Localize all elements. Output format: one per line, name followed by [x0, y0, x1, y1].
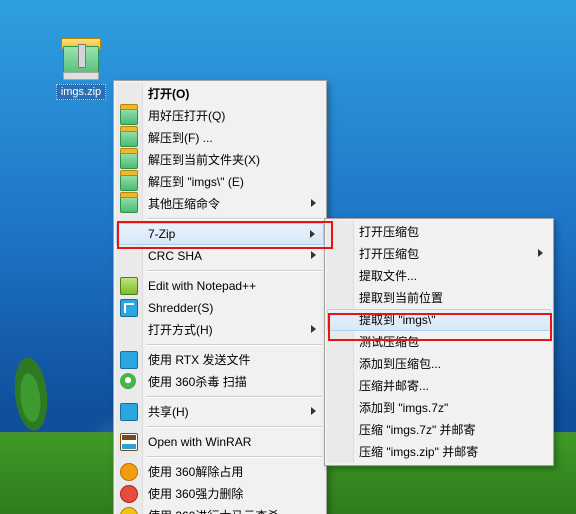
- chevron-right-icon: [311, 251, 316, 259]
- mi-7z-compress-mail[interactable]: 压缩并邮寄...: [327, 375, 551, 397]
- mi-7z-7z-mail[interactable]: 压缩 "imgs.7z" 并邮寄: [327, 419, 551, 441]
- separator: [146, 218, 322, 220]
- mi-label: 压缩 "imgs.zip" 并邮寄: [359, 445, 478, 459]
- file-label: imgs.zip: [56, 84, 106, 100]
- mi-7z-extract-imgs[interactable]: 提取到 "imgs\": [327, 309, 551, 331]
- 360-icon: [120, 463, 138, 481]
- mi-label: 解压到(F) ...: [148, 131, 213, 145]
- mi-7z-add[interactable]: 添加到压缩包...: [327, 353, 551, 375]
- mi-crc-sha[interactable]: CRC SHA: [116, 245, 324, 267]
- file-imgs-zip[interactable]: imgs.zip: [50, 36, 112, 100]
- zip-icon: [120, 129, 138, 147]
- zip-icon: [120, 107, 138, 125]
- mi-label: 提取到当前位置: [359, 291, 443, 305]
- mi-label: 打开压缩包: [359, 247, 419, 261]
- chevron-right-icon: [310, 230, 315, 238]
- 360-icon: [120, 507, 138, 514]
- rtx-icon: [120, 351, 138, 369]
- mi-label: Edit with Notepad++: [148, 279, 256, 293]
- 360-icon: [120, 485, 138, 503]
- desktop: imgs.zip 打开(O) 用好压打开(Q) 解压到(F) ... 解压到当前…: [0, 0, 576, 514]
- mi-label: 提取到 "imgs\": [359, 313, 436, 327]
- mi-7zip[interactable]: 7-Zip: [116, 223, 324, 245]
- mi-label: 使用 360解除占用: [148, 465, 243, 479]
- mi-shredder[interactable]: Shredder(S): [116, 297, 324, 319]
- mi-extract-imgs[interactable]: 解压到 "imgs\" (E): [116, 171, 324, 193]
- mi-extract-to[interactable]: 解压到(F) ...: [116, 127, 324, 149]
- mi-360-cloud-scan[interactable]: 使用 360进行木马云查杀: [116, 505, 324, 514]
- mi-7z-add-7z[interactable]: 添加到 "imgs.7z": [327, 397, 551, 419]
- notepadpp-icon: [120, 277, 138, 295]
- mi-360-scan[interactable]: 使用 360杀毒 扫描: [116, 371, 324, 393]
- mi-7z-open2[interactable]: 打开压缩包: [327, 243, 551, 265]
- mi-label: 添加到压缩包...: [359, 357, 441, 371]
- mi-rtx-send[interactable]: 使用 RTX 发送文件: [116, 349, 324, 371]
- zip-icon: [120, 151, 138, 169]
- mi-label: 共享(H): [148, 405, 189, 419]
- separator: [146, 456, 322, 458]
- chevron-right-icon: [311, 407, 316, 415]
- mi-open-winrar[interactable]: Open with WinRAR: [116, 431, 324, 453]
- zip-icon: [120, 195, 138, 213]
- plant: [3, 352, 61, 456]
- mi-label: 测试压缩包: [359, 335, 419, 349]
- mi-7z-extract-here[interactable]: 提取到当前位置: [327, 287, 551, 309]
- separator: [146, 426, 322, 428]
- mi-label: Shredder(S): [148, 301, 213, 315]
- shield-icon: [120, 373, 136, 389]
- mi-label: 使用 RTX 发送文件: [148, 353, 250, 367]
- mi-open-label: 打开(O): [148, 87, 189, 101]
- mi-label: 7-Zip: [148, 227, 175, 241]
- mi-7z-extract-files[interactable]: 提取文件...: [327, 265, 551, 287]
- context-menu: 打开(O) 用好压打开(Q) 解压到(F) ... 解压到当前文件夹(X) 解压…: [113, 80, 327, 514]
- mi-other-zip[interactable]: 其他压缩命令: [116, 193, 324, 215]
- mi-label: 使用 360杀毒 扫描: [148, 375, 247, 389]
- mi-label: 用好压打开(Q): [148, 109, 225, 123]
- mi-label: 打开压缩包: [359, 225, 419, 239]
- mi-label: 使用 360进行木马云查杀: [148, 509, 279, 514]
- zip-file-icon: [57, 36, 105, 80]
- mi-label: 使用 360强力删除: [148, 487, 243, 501]
- mi-open-with[interactable]: 打开方式(H): [116, 319, 324, 341]
- separator: [146, 270, 322, 272]
- chevron-right-icon: [311, 325, 316, 333]
- shredder-icon: [120, 299, 138, 317]
- mi-360-unlock[interactable]: 使用 360解除占用: [116, 461, 324, 483]
- mi-label: Open with WinRAR: [148, 435, 251, 449]
- mi-notepadpp[interactable]: Edit with Notepad++: [116, 275, 324, 297]
- share-icon: [120, 403, 138, 421]
- mi-label: 其他压缩命令: [148, 197, 220, 211]
- mi-label: 打开方式(H): [148, 323, 213, 337]
- mi-haozip-open[interactable]: 用好压打开(Q): [116, 105, 324, 127]
- separator: [146, 396, 322, 398]
- mi-label: 解压到当前文件夹(X): [148, 153, 260, 167]
- mi-label: 解压到 "imgs\" (E): [148, 175, 244, 189]
- mi-7z-zip-mail[interactable]: 压缩 "imgs.zip" 并邮寄: [327, 441, 551, 463]
- mi-open[interactable]: 打开(O): [116, 83, 324, 105]
- mi-label: 压缩 "imgs.7z" 并邮寄: [359, 423, 476, 437]
- mi-share[interactable]: 共享(H): [116, 401, 324, 423]
- mi-label: 压缩并邮寄...: [359, 379, 429, 393]
- mi-7z-test[interactable]: 测试压缩包: [327, 331, 551, 353]
- chevron-right-icon: [311, 199, 316, 207]
- winrar-icon: [120, 433, 138, 451]
- mi-360-force-delete[interactable]: 使用 360强力删除: [116, 483, 324, 505]
- mi-label: CRC SHA: [148, 249, 202, 263]
- separator: [146, 344, 322, 346]
- chevron-right-icon: [538, 249, 543, 257]
- mi-label: 提取文件...: [359, 269, 417, 283]
- mi-label: 添加到 "imgs.7z": [359, 401, 448, 415]
- mi-extract-here[interactable]: 解压到当前文件夹(X): [116, 149, 324, 171]
- zip-icon: [120, 173, 138, 191]
- submenu-7zip: 打开压缩包 打开压缩包 提取文件... 提取到当前位置 提取到 "imgs\" …: [324, 218, 554, 466]
- mi-7z-open[interactable]: 打开压缩包: [327, 221, 551, 243]
